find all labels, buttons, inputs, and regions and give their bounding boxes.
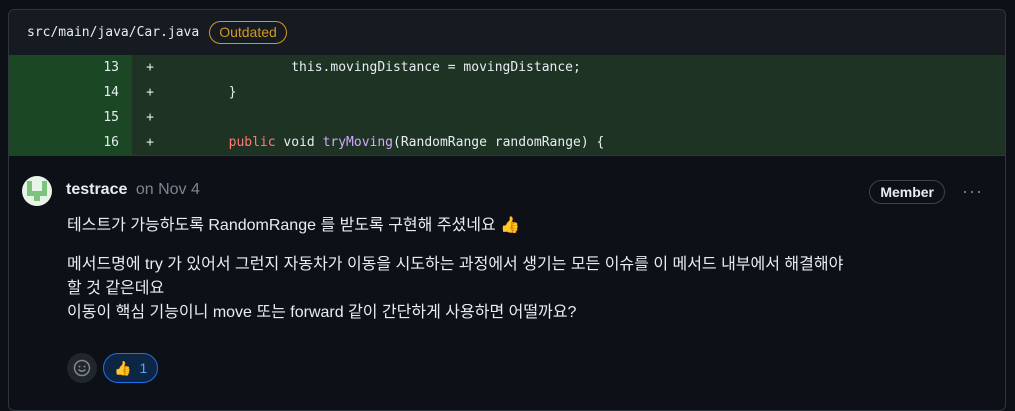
added-marker: +	[146, 85, 154, 100]
added-marker: +	[146, 60, 154, 75]
line-number[interactable]: 15	[9, 105, 132, 130]
more-options-icon[interactable]: ···	[962, 181, 983, 202]
comment-date-link[interactable]: on Nov 4	[136, 181, 200, 198]
line-number[interactable]: 16	[9, 130, 132, 155]
code-params: (RandomRange randomRange) {	[393, 135, 605, 150]
code-function-name: tryMoving	[322, 135, 394, 150]
line-number[interactable]: 13	[9, 55, 132, 80]
added-marker: +	[146, 135, 154, 150]
reaction-count: 1	[139, 360, 148, 376]
file-header: src/main/java/Car.java Outdated	[9, 10, 1005, 55]
diff-line: 15 +	[9, 105, 1005, 130]
diff-line: 16 + public void tryMoving(RandomRange r…	[9, 130, 1005, 155]
code-type: void	[283, 135, 315, 150]
smiley-icon	[73, 359, 91, 377]
diff-line: 13 + this.movingDistance = movingDistanc…	[9, 55, 1005, 80]
code-keyword: public	[228, 135, 276, 150]
line-number[interactable]: 14	[9, 80, 132, 105]
comment-paragraph: 메서드명에 try 가 있어서 그런지 자동차가 이동을 시도하는 과정에서 생…	[67, 256, 844, 321]
avatar[interactable]	[22, 176, 52, 206]
diff-hunk: 13 + this.movingDistance = movingDistanc…	[9, 55, 1005, 155]
comment-paragraph: 테스트가 가능하도록 RandomRange 를 받도록 구현해 주셨네요 👍	[67, 217, 521, 234]
comment-header: testrace on Nov 4	[66, 181, 200, 199]
file-path-link[interactable]: src/main/java/Car.java	[27, 25, 199, 40]
code-line: this.movingDistance = movingDistance;	[291, 60, 581, 75]
reactions-bar: 👍 1	[67, 353, 159, 383]
diff-line: 14 + }	[9, 80, 1005, 105]
added-marker: +	[146, 110, 154, 125]
outdated-badge: Outdated	[209, 21, 287, 44]
code-line: public void tryMoving(RandomRange random…	[166, 135, 605, 150]
review-comment-card: src/main/java/Car.java Outdated 13 + thi…	[8, 9, 1006, 411]
thumbs-up-icon: 👍	[114, 359, 132, 376]
identicon-icon	[22, 176, 52, 206]
code-line: }	[228, 85, 237, 100]
comment-body: 테스트가 가능하도록 RandomRange 를 받도록 구현해 주셨네요 👍 …	[67, 214, 987, 340]
comment: testrace on Nov 4 Member ··· 테스트가 가능하도록 …	[9, 155, 1005, 406]
author-link[interactable]: testrace	[66, 181, 127, 198]
member-badge: Member	[869, 180, 945, 204]
add-reaction-button[interactable]	[67, 353, 97, 383]
thumbs-up-reaction[interactable]: 👍 1	[103, 353, 159, 383]
